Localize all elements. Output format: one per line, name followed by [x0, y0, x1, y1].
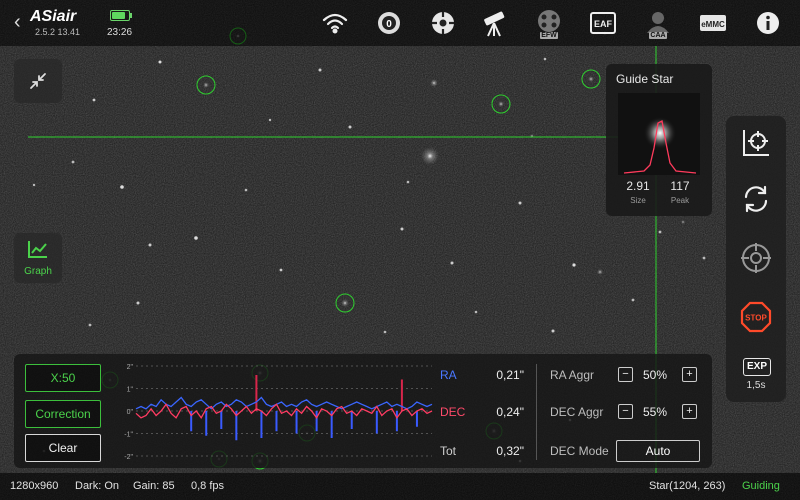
y-tick-label: 0" [127, 409, 134, 416]
guide-target-icon [741, 243, 771, 273]
total-rms-value: 0,32" [496, 444, 524, 458]
ra-aggr-increase-button[interactable]: + [682, 367, 697, 382]
guiding-state-text: Guiding [742, 480, 780, 492]
filter-wheel-icon[interactable]: EFW [534, 8, 564, 39]
guide-graph-panel: X:50 Correction Clear 2" 1" 0" -1" -2" RA 0,… [14, 354, 712, 468]
dec-aggr-value: 55% [642, 405, 668, 419]
panel-divider [536, 364, 537, 460]
ra-aggr-label: RA Aggr [550, 368, 595, 382]
info-icon[interactable] [753, 8, 783, 38]
star-size-value: 2.91 [626, 179, 650, 193]
storage-icon[interactable]: eMMC [698, 8, 728, 38]
gain-text: Gain: 85 [133, 480, 175, 492]
right-toolbar: STOP EXP 1,5s [726, 116, 786, 402]
storage-label: eMMC [701, 20, 725, 29]
graph-icon [28, 241, 47, 258]
y-tick-label: -2" [124, 454, 133, 461]
back-chevron-icon[interactable]: ‹ [14, 12, 21, 32]
zoom-scale-button[interactable]: X:50 [25, 364, 101, 392]
guide-error-chart: 2" 1" 0" -1" -2" [124, 364, 433, 461]
clear-graph-button[interactable]: Clear [25, 434, 101, 462]
dec-label: DEC [440, 405, 466, 419]
star-peak-value: 117 [670, 179, 690, 193]
filter-wheel-label: EFW [540, 32, 558, 39]
dec-mode-select[interactable]: Auto [616, 440, 700, 462]
battery-icon [110, 10, 132, 21]
caa-icon[interactable]: CAA [643, 8, 673, 39]
focuser-icon[interactable]: EAF [588, 8, 618, 38]
dec-aggr-increase-button[interactable]: + [682, 404, 697, 419]
stop-icon: STOP [740, 301, 772, 333]
dec-rms-value: 0,24" [496, 405, 524, 419]
fps-text: 0,8 fps [191, 480, 225, 492]
calibrate-icon [743, 130, 769, 156]
collapse-arrows-icon [30, 73, 46, 89]
star-size-label: Size [630, 196, 646, 205]
loop-arrows-icon [744, 185, 768, 213]
star-peak-label: Peak [670, 196, 690, 205]
ra-rms-value: 0,21" [496, 368, 524, 382]
dec-error-line [135, 403, 433, 420]
calibrate-button[interactable] [726, 128, 786, 158]
focuser-label: EAF [594, 19, 613, 29]
graph-label: Graph [24, 266, 52, 277]
resolution-text: 1280x960 [10, 480, 59, 492]
correction-toggle-button[interactable]: Correction [25, 400, 101, 428]
caa-label: CAA [649, 32, 667, 39]
guide-scope-icon[interactable] [428, 8, 458, 38]
y-tick-label: -1" [124, 432, 133, 439]
collapse-view-button[interactable] [14, 59, 62, 103]
guide-button[interactable] [726, 242, 786, 274]
dec-aggr-decrease-button[interactable]: − [618, 404, 633, 419]
app-version: 2.5.2 13.41 [35, 27, 81, 37]
stop-label: STOP [745, 314, 767, 323]
status-bar: 1280x960 Dark: On Gain: 85 0,8 fps Star(… [0, 473, 800, 500]
exposure-value: 1,5s [746, 380, 766, 391]
ra-error-line [135, 396, 433, 410]
camera-badge: 0 [386, 19, 392, 30]
guide-star-profile [618, 93, 700, 175]
guide-star-panel: Guide Star 2.91 Size 117 Peak [606, 64, 712, 216]
total-label: Tot [440, 444, 457, 458]
y-tick-label: 2" [127, 364, 134, 371]
guide-star-title: Guide Star [616, 72, 674, 86]
y-tick-label: 1" [127, 387, 134, 394]
wifi-icon[interactable] [320, 8, 350, 38]
clock-time: 23:26 [107, 27, 133, 38]
loop-button[interactable] [726, 184, 786, 214]
top-bar: ‹ ASiair 2.5.2 13.41 23:26 0 EFW EAF CAA… [0, 0, 800, 46]
ra-aggr-value: 50% [642, 368, 668, 382]
dec-mode-label: DEC Mode [550, 444, 609, 458]
dec-aggr-label: DEC Aggr [550, 405, 604, 419]
star-position-text: Star(1204, 263) [649, 480, 726, 492]
dark-status-text: Dark: On [75, 480, 120, 492]
ra-aggr-decrease-button[interactable]: − [618, 367, 633, 382]
graph-toggle-button[interactable]: Graph [14, 233, 62, 283]
exposure-button[interactable]: EXP [743, 358, 771, 376]
telescope-icon[interactable] [480, 8, 510, 38]
ra-label: RA [440, 368, 457, 382]
app-logo: ASiair [30, 8, 77, 25]
camera-icon[interactable]: 0 [374, 8, 404, 38]
stop-button[interactable]: STOP [726, 301, 786, 333]
